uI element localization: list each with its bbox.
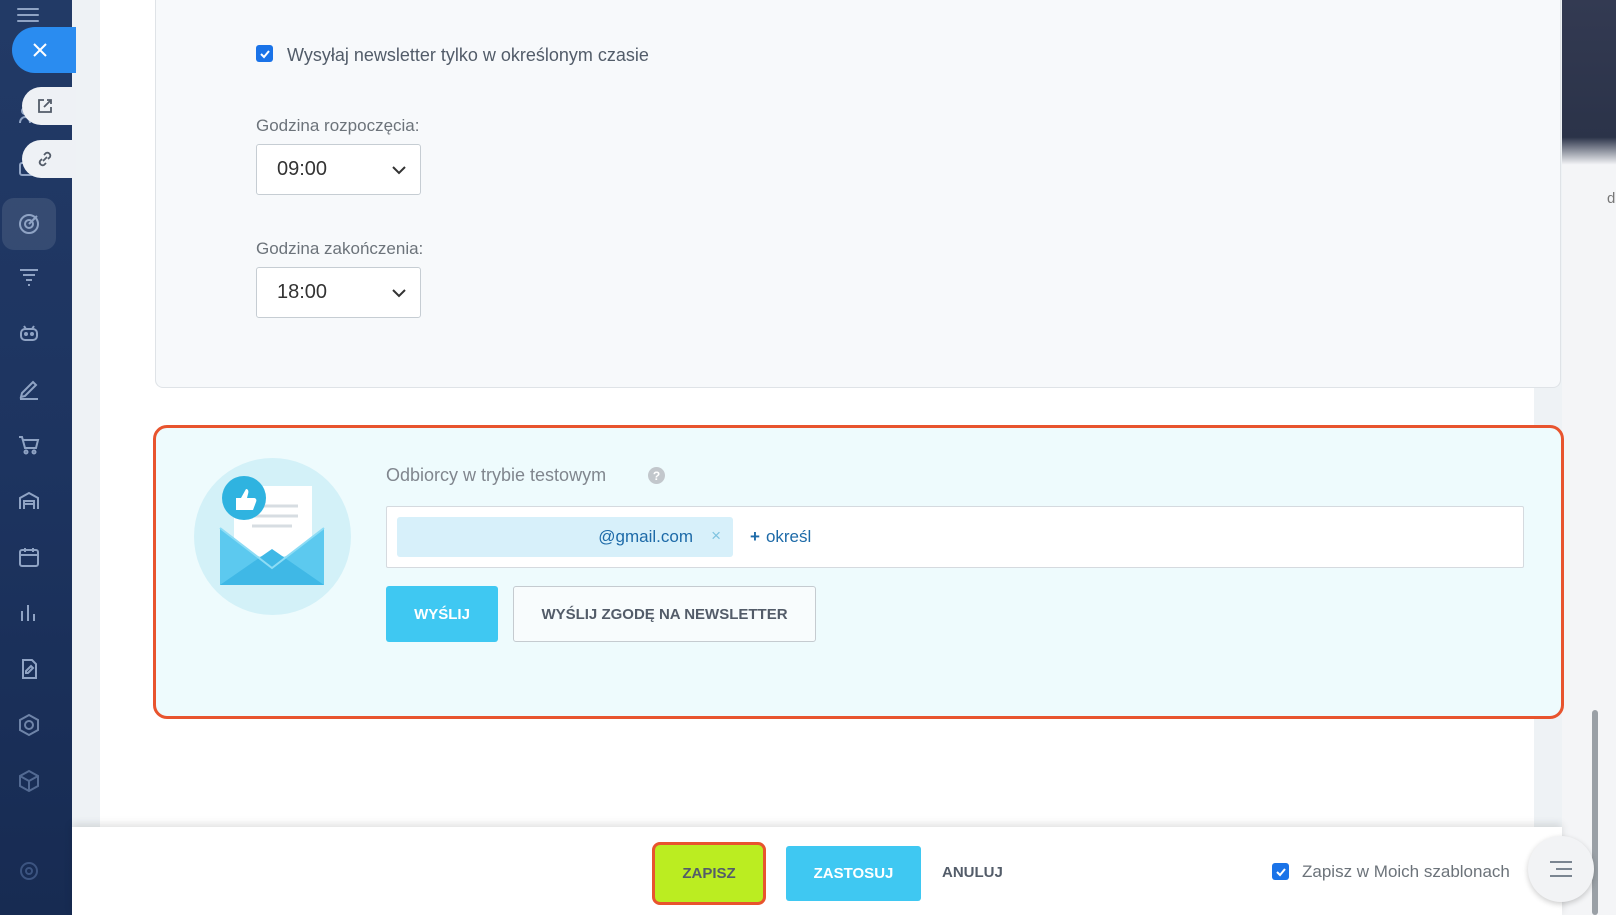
external-link-icon [38,99,52,113]
cancel-button[interactable]: ANULUJ [942,864,1003,881]
save-template-label: Zapisz w Moich szablonach [1302,862,1510,881]
open-new-window-button[interactable] [22,87,76,125]
close-icon [33,43,47,57]
email-chip-text: @gmail.com [598,527,693,546]
end-time-label: Godzina zakończenia: [256,239,424,258]
chart-icon[interactable] [16,600,42,626]
menu-icon[interactable] [17,8,39,22]
apply-button[interactable]: ZASTOSUJ [786,846,921,901]
backdrop-text: d [1607,190,1616,207]
recipients-field[interactable]: @gmail.com × + określ [386,506,1524,568]
copy-link-button[interactable] [22,140,76,178]
help-icon[interactable]: ? [648,467,665,484]
email-chip: @gmail.com × [397,517,733,557]
schedule-settings: Wysyłaj newsletter tylko w określonym cz… [155,0,1561,388]
funnel-icon[interactable] [16,264,42,290]
envelope-illustration [194,458,351,615]
backdrop-page [1562,0,1616,915]
scrollbar[interactable] [1592,710,1598,915]
send-test-button[interactable]: WYŚLIJ [386,586,498,642]
test-recipients-title: Odbiorcy w trybie testowym [386,465,607,485]
footer-bar: ZAPISZ ZASTOSUJ ANULUJ Zapisz w Moich sz… [72,827,1562,915]
pen-icon[interactable] [16,376,42,402]
chevron-down-icon [392,166,406,175]
remove-chip-icon[interactable]: × [711,526,721,546]
hexagon-icon[interactable] [16,712,42,738]
save-template-checkbox[interactable] [1272,863,1289,880]
robot-icon[interactable] [16,320,42,346]
end-time-select[interactable]: 18:00 [256,267,421,318]
test-recipients-box: Odbiorcy w trybie testowym ? @gmail.com … [153,425,1564,719]
calendar-icon[interactable] [16,544,42,570]
start-time-select[interactable]: 09:00 [256,144,421,195]
send-in-time-label: Wysyłaj newsletter tylko w określonym cz… [287,45,649,65]
document-edit-icon[interactable] [16,656,42,682]
link-icon [38,151,52,167]
warehouse-icon[interactable] [16,488,42,514]
add-recipient-link[interactable]: + określ [750,527,811,547]
slider-panel: Wysyłaj newsletter tylko w określonym cz… [72,0,1564,915]
chevron-down-icon [392,289,406,298]
start-time-value: 09:00 [277,158,328,180]
target-icon[interactable] [2,198,56,250]
end-time-value: 18:00 [277,281,328,303]
app-sidebar [0,0,72,915]
gear-icon[interactable] [16,858,42,884]
list-icon [1550,861,1572,877]
cube-icon[interactable] [16,768,42,794]
plus-icon: + [750,527,760,546]
send-in-time-checkbox[interactable] [256,45,273,62]
add-recipient-label: określ [765,527,812,546]
start-time-label: Godzina rozpoczęcia: [256,116,420,135]
cart-icon[interactable] [16,432,42,458]
close-slider-button[interactable] [12,27,76,73]
send-consent-button[interactable]: WYŚLIJ ZGODĘ NA NEWSLETTER [513,586,816,642]
list-menu-button[interactable] [1528,836,1594,902]
save-button[interactable]: ZAPISZ [652,842,766,905]
content-card: Wysyłaj newsletter tylko w określonym cz… [100,0,1564,830]
